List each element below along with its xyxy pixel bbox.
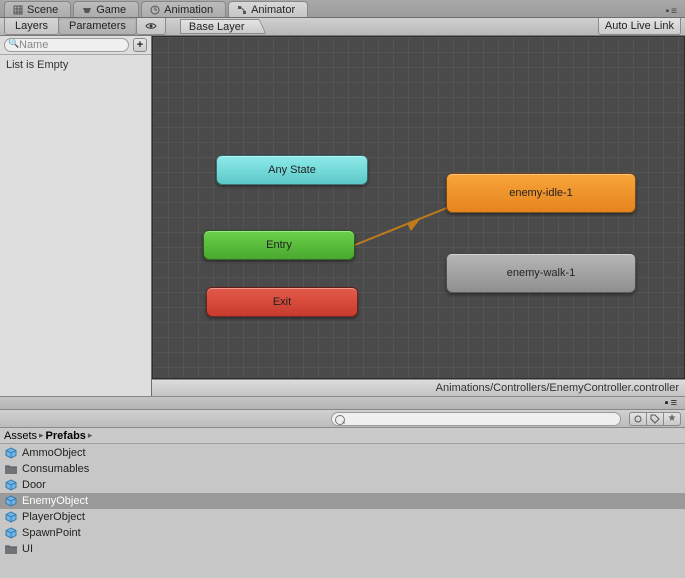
parameters-empty-label: List is Empty [0,55,151,75]
favorite-button[interactable]: ★ [663,412,681,426]
tab-animation[interactable]: Animation [141,1,226,17]
visibility-toggle[interactable] [136,18,166,35]
asset-row[interactable]: Door [0,477,685,493]
parameters-sidebar: Name + List is Empty [0,36,152,396]
breadcrumb-base-layer[interactable]: Base Layer [180,19,258,34]
crumb-assets[interactable]: Assets [4,430,37,442]
project-search-input[interactable] [331,412,621,426]
tab-game-label: Game [96,4,126,16]
node-label: Exit [273,296,291,308]
node-label: enemy-walk-1 [507,267,575,279]
subtab-parameters-label: Parameters [69,20,126,32]
filter-by-label-button[interactable] [646,412,664,426]
filter-type-icon [633,414,643,424]
pane-options-icon[interactable]: ▪≡ [666,6,679,17]
asset-row[interactable]: Consumables [0,461,685,477]
eye-icon [145,22,157,30]
auto-live-link-button[interactable]: Auto Live Link [598,18,681,35]
crumb-prefabs[interactable]: Prefabs [46,430,86,442]
asset-name: PlayerObject [22,511,85,523]
project-breadcrumb: Assets ▸ Prefabs ▸ [0,428,685,444]
star-icon: ★ [668,413,677,424]
add-parameter-button[interactable]: + [133,38,147,52]
state-graph[interactable]: Any State Entry Exit enemy-idle-1 enemy-… [152,36,685,379]
chevron-right-icon: ▸ [88,430,93,441]
breadcrumb-label: Base Layer [189,21,245,33]
auto-live-link-label: Auto Live Link [605,20,674,32]
subtab-layers-label: Layers [15,20,48,32]
panel-divider[interactable]: ▪≡ [0,396,685,410]
tag-icon [650,414,660,424]
project-toolbar: ★ [0,410,685,428]
subtab-layers[interactable]: Layers [4,18,59,35]
layer-breadcrumb: Base Layer [180,18,258,35]
node-enemy-walk[interactable]: enemy-walk-1 [446,253,636,293]
subtab-parameters[interactable]: Parameters [58,18,137,35]
tab-animation-label: Animation [164,4,213,16]
chevron-right-icon: ▸ [39,430,44,441]
graph-area: Any State Entry Exit enemy-idle-1 enemy-… [152,36,685,396]
animator-panel: Layers Parameters Base Layer Auto Live L… [0,18,685,396]
asset-list: AmmoObject Consumables Door EnemyObject Play… [0,444,685,557]
node-exit[interactable]: Exit [206,287,358,317]
animation-icon [150,5,160,15]
editor-tab-strip: Scene Game Animation Animator ▪≡ [0,0,685,18]
tab-scene[interactable]: Scene [4,1,71,17]
asset-row[interactable]: UI [0,541,685,557]
plus-icon: + [137,39,143,51]
asset-row[interactable]: PlayerObject [0,509,685,525]
asset-name: UI [22,543,33,555]
search-placeholder: Name [19,39,48,51]
node-entry[interactable]: Entry [203,230,355,260]
controller-path-label: Animations/Controllers/EnemyController.c… [152,379,685,396]
parameters-search-row: Name + [0,36,151,55]
parameters-search-input[interactable]: Name [4,38,129,52]
project-panel: ★ Assets ▸ Prefabs ▸ AmmoObject Consumabl… [0,410,685,578]
asset-name: SpawnPoint [22,527,81,539]
tab-animator-label: Animator [251,4,295,16]
asset-row[interactable]: AmmoObject [0,445,685,461]
asset-name: AmmoObject [22,447,86,459]
pane-options-icon[interactable]: ▪≡ [665,397,679,409]
project-filter-buttons: ★ [629,412,681,426]
node-label: Entry [266,239,292,251]
filter-by-type-button[interactable] [629,412,647,426]
asset-name: Consumables [22,463,89,475]
asset-row[interactable]: SpawnPoint [0,525,685,541]
asset-name: EnemyObject [22,495,88,507]
animator-body: Name + List is Empty Any State Ent [0,36,685,396]
node-any-state[interactable]: Any State [216,155,368,185]
tab-animator[interactable]: Animator [228,1,308,17]
animator-icon [237,5,247,15]
tab-game[interactable]: Game [73,1,139,17]
tab-scene-label: Scene [27,4,58,16]
asset-row[interactable]: EnemyObject [0,493,685,509]
scene-icon [13,5,23,15]
node-label: enemy-idle-1 [509,187,573,199]
node-enemy-idle[interactable]: enemy-idle-1 [446,173,636,213]
game-icon [82,5,92,15]
node-label: Any State [268,164,316,176]
asset-name: Door [22,479,46,491]
animator-toolbar: Layers Parameters Base Layer Auto Live L… [0,18,685,36]
